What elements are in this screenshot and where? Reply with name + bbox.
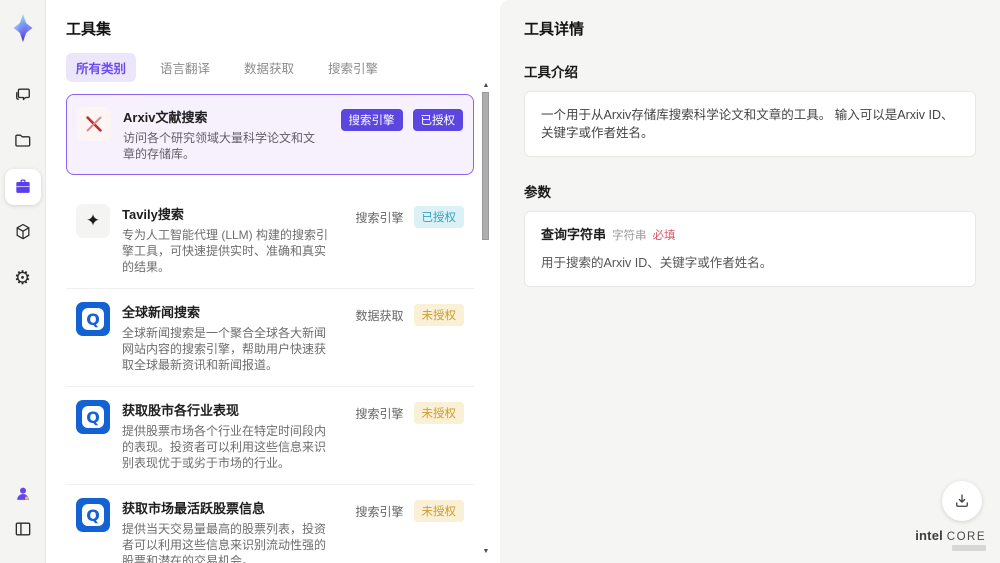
tool-detail-panel: 工具详情 工具介绍 一个用于从Arxiv存储库搜索科学论文和文章的工具。 输入可… xyxy=(500,0,1000,563)
user-avatar-icon xyxy=(16,487,29,500)
newsblue-icon-box: Q xyxy=(76,400,110,434)
folder-icon xyxy=(14,134,30,147)
auth-status-badge: 未授权 xyxy=(413,500,464,522)
parameter-card: 查询字符串 字符串 必填 用于搜索的Arxiv ID、关键字或作者姓名。 xyxy=(524,211,976,287)
tool-row[interactable]: Arxiv文献搜索 访问各个研究领域大量科学论文和文章的存储库。 搜索引擎 已授… xyxy=(66,94,474,175)
tool-description: 全球新闻搜索是一个聚合全球各大新闻网站内容的搜索引擎，帮助用户快速获取全球最新资… xyxy=(122,326,327,372)
chat-icon xyxy=(15,88,30,101)
param-type: 字符串 xyxy=(612,230,647,242)
page-title: 工具集 xyxy=(66,21,112,38)
param-description: 用于搜索的Arxiv ID、关键字或作者姓名。 xyxy=(541,256,773,270)
user-avatar[interactable] xyxy=(5,476,41,512)
tool-row[interactable]: Q 获取股市各行业表现 提供股票市场各个行业在特定时间段内的表现。投资者可以利用… xyxy=(66,387,474,485)
tab-translate[interactable]: 语言翻译 xyxy=(150,53,220,82)
app-window: ⚙ 工具集 所有类别 语言翻译 数据获取 搜索引擎 Arxiv文献搜索 访问各个研究领… xyxy=(0,0,1000,563)
scroll-up-arrow-icon[interactable]: ▲ xyxy=(481,82,491,90)
panel-toggle-button[interactable] xyxy=(5,511,41,547)
panel-toggle-icon xyxy=(15,522,30,536)
params-list: 查询字符串 字符串 必填 用于搜索的Arxiv ID、关键字或作者姓名。 xyxy=(524,211,976,287)
brand-ultra-bar xyxy=(952,545,986,551)
scrollbar-thumb[interactable] xyxy=(482,92,489,240)
auth-status-badge: 未授权 xyxy=(413,304,464,326)
params-heading: 参数 xyxy=(524,185,551,200)
gear-icon: ⚙ xyxy=(13,267,32,289)
tool-description: 访问各个研究领域大量科学论文和文章的存储库。 xyxy=(123,131,316,161)
tool-name: 全球新闻搜索 xyxy=(122,305,201,320)
tool-row[interactable]: Q 全球新闻搜索 全球新闻搜索是一个聚合全球各大新闻网站内容的搜索引擎，帮助用户… xyxy=(66,289,474,387)
auth-status-badge: 已授权 xyxy=(412,109,463,131)
auth-status-badge: 未授权 xyxy=(413,402,464,424)
intel-core-logo: intel core xyxy=(915,528,986,551)
list-scrollbar[interactable]: ▲ ▼ xyxy=(481,82,491,556)
param-name: 查询字符串 xyxy=(541,227,607,242)
tool-row[interactable]: Q 获取市场最活跃股票信息 提供当天交易量最高的股票列表，投资者可以利用这些信息… xyxy=(66,485,474,563)
tab-search[interactable]: 搜索引擎 xyxy=(318,53,388,82)
tab-all[interactable]: 所有类别 xyxy=(66,53,137,82)
category-badge: 数据获取 xyxy=(355,308,404,323)
tool-description: 专为人工智能代理 (LLM) 构建的搜索引擎工具，可快速提供实时、准确和真实的结… xyxy=(122,228,329,274)
logo-gem-icon xyxy=(13,13,32,43)
brand-core: core xyxy=(946,531,986,543)
category-badge: 搜索引擎 xyxy=(340,109,403,131)
left-rail: ⚙ xyxy=(0,0,46,563)
tavily-icon-box: ✦ xyxy=(76,204,110,238)
auth-status-badge: 已授权 xyxy=(413,206,464,228)
tool-row[interactable]: ✦ Tavily搜索 专为人工智能代理 (LLM) 构建的搜索引擎工具，可快速提… xyxy=(66,191,474,289)
brand-intel: intel xyxy=(915,528,943,543)
tool-list: Arxiv文献搜索 访问各个研究领域大量科学论文和文章的存储库。 搜索引擎 已授… xyxy=(66,94,474,563)
detail-title: 工具详情 xyxy=(524,21,585,38)
download-icon xyxy=(956,494,968,507)
news-search-icon: Q xyxy=(82,406,104,428)
tool-description: 提供当天交易量最高的股票列表，投资者可以利用这些信息来识别流动性强的股票和潜在的… xyxy=(122,522,327,563)
category-badge: 搜索引擎 xyxy=(355,210,404,225)
download-button[interactable] xyxy=(942,481,982,521)
tavily-sparkle-icon: ✦ xyxy=(85,211,101,230)
tab-data[interactable]: 数据获取 xyxy=(234,53,304,82)
newsblue-icon-box: Q xyxy=(76,498,110,532)
category-badge: 搜索引擎 xyxy=(355,406,404,421)
tool-name: 获取股市各行业表现 xyxy=(122,403,240,418)
tool-description: 提供股票市场各个行业在特定时间段内的表现。投资者可以利用这些信息来识别表现优于或… xyxy=(122,424,327,470)
sidebar-item-chat[interactable] xyxy=(5,77,41,113)
category-tabs: 所有类别 语言翻译 数据获取 搜索引擎 xyxy=(66,53,474,82)
category-badge: 搜索引擎 xyxy=(355,504,404,519)
sidebar-item-files[interactable] xyxy=(5,123,41,159)
sidebar-item-packages[interactable] xyxy=(5,214,41,250)
intro-card: 一个用于从Arxiv存储库搜索科学论文和文章的工具。 输入可以是Arxiv ID… xyxy=(524,91,976,157)
tool-name: Tavily搜索 xyxy=(122,207,184,222)
tool-name: 获取市场最活跃股票信息 xyxy=(122,501,266,516)
param-required-badge: 必填 xyxy=(652,230,676,242)
tool-list-panel: 工具集 所有类别 语言翻译 数据获取 搜索引擎 Arxiv文献搜索 访问各个研究领域大… xyxy=(46,0,500,563)
arxiv-icon-box xyxy=(77,107,111,141)
news-search-icon: Q xyxy=(82,504,104,526)
tool-name: Arxiv文献搜索 xyxy=(123,110,208,125)
newsblue-icon-box: Q xyxy=(76,302,110,336)
sidebar-item-toolbox[interactable] xyxy=(4,169,41,205)
news-search-icon: Q xyxy=(82,308,104,330)
scroll-down-arrow-icon[interactable]: ▼ xyxy=(481,548,491,556)
toolbox-icon xyxy=(15,179,30,193)
package-cube-icon xyxy=(16,223,29,240)
intro-heading: 工具介绍 xyxy=(524,65,578,80)
arxiv-icon xyxy=(86,116,102,132)
sidebar-item-settings[interactable]: ⚙ xyxy=(5,260,41,296)
app-logo xyxy=(5,10,41,46)
